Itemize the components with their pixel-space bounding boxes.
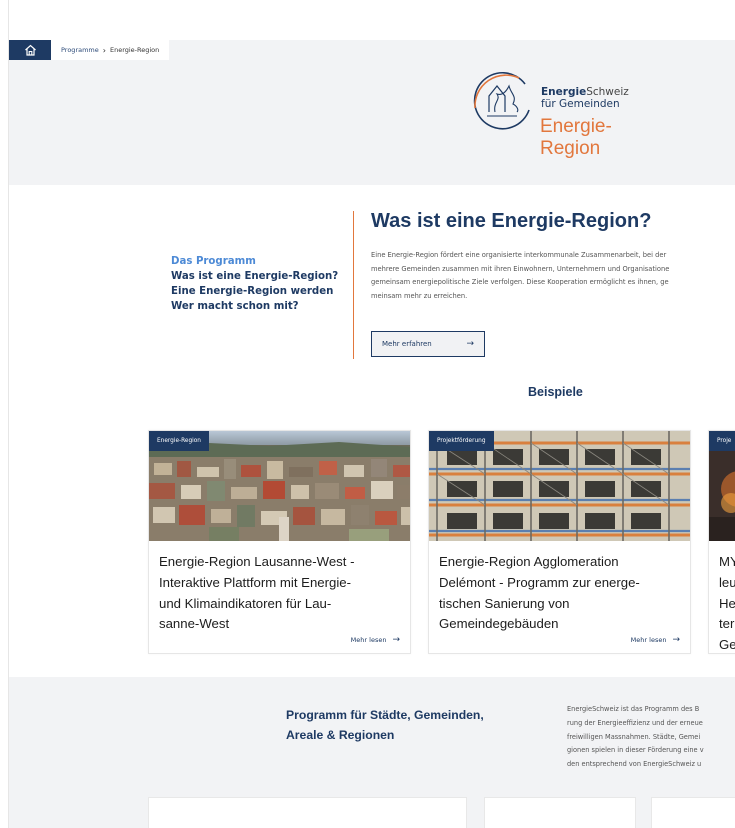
intro-text: Eine Energie-Region fördert eine organis… bbox=[371, 251, 670, 300]
card-title: Energie-Region Lausanne-West - Interakti… bbox=[159, 554, 355, 632]
home-button[interactable] bbox=[9, 40, 51, 60]
card-read-more-link[interactable]: Mehr lesen → bbox=[351, 635, 400, 645]
breadcrumb-link-programme[interactable]: Programme bbox=[61, 46, 99, 54]
arrow-right-icon: → bbox=[392, 635, 400, 645]
button-label: Mehr erfahren bbox=[382, 340, 432, 348]
bottom-card[interactable] bbox=[148, 797, 467, 828]
vertical-divider bbox=[353, 211, 354, 359]
energieschweiz-logo[interactable]: EnergieSchweiz für Gemeinden Energie- Re… bbox=[467, 66, 657, 166]
breadcrumb-current: Energie-Region bbox=[109, 46, 160, 54]
bottom-card[interactable] bbox=[484, 797, 636, 828]
logo-emblem bbox=[473, 71, 530, 130]
home-icon bbox=[24, 44, 36, 56]
examples-title: Beispiele bbox=[528, 385, 583, 399]
arrow-right-icon: → bbox=[672, 635, 680, 645]
mehr-erfahren-button[interactable]: Mehr erfahren → bbox=[371, 331, 485, 357]
program-title: Programm für Städte, Gemeinden, Areale &… bbox=[286, 708, 484, 742]
example-card[interactable]: Projektförderung Energie-Region Agglomer… bbox=[428, 430, 691, 654]
program-text: EnergieSchweiz ist das Programm des B ru… bbox=[567, 705, 704, 769]
card-tag: Projektförderung bbox=[429, 431, 494, 451]
card-image-city: Energie-Region bbox=[149, 431, 410, 541]
chevron-right-icon: › bbox=[102, 45, 106, 55]
nav-item-das-programm[interactable]: Das Programm bbox=[171, 254, 351, 269]
nav-item-werden[interactable]: Eine Energie-Region werden bbox=[171, 284, 351, 299]
nav-item-was-ist[interactable]: Was ist eine Energie-Region? bbox=[171, 269, 351, 284]
card-tag: Proje bbox=[709, 431, 735, 451]
example-card[interactable]: Energie-Region Energie-Region Lausanne-W… bbox=[148, 430, 411, 654]
logo-program-name: Energie- Region bbox=[540, 116, 612, 159]
example-card[interactable]: Proje MY leu He ter Ge bbox=[708, 430, 735, 654]
section-nav: Das Programm Was ist eine Energie-Region… bbox=[171, 254, 351, 314]
page-frame: Programme › Energie-Region EnergieSchwei… bbox=[8, 0, 735, 828]
card-title: Energie-Region Agglomeration Delémont - … bbox=[439, 554, 640, 632]
intro-title: Was ist eine Energie-Region? bbox=[371, 210, 652, 232]
bottom-card[interactable] bbox=[651, 797, 735, 828]
nav-item-wer-macht-mit[interactable]: Wer macht schon mit? bbox=[171, 299, 351, 314]
arrow-right-icon: → bbox=[466, 339, 474, 349]
card-tag: Energie-Region bbox=[149, 431, 209, 451]
card-image-night: Proje bbox=[709, 431, 735, 541]
logo-wordmark: EnergieSchweiz für Gemeinden bbox=[541, 86, 629, 110]
breadcrumb: Programme › Energie-Region bbox=[51, 40, 170, 60]
card-read-more-link[interactable]: Mehr lesen → bbox=[631, 635, 680, 645]
card-image-scaffolding: Projektförderung bbox=[429, 431, 690, 541]
card-title: MY leu He ter Ge bbox=[719, 554, 735, 653]
